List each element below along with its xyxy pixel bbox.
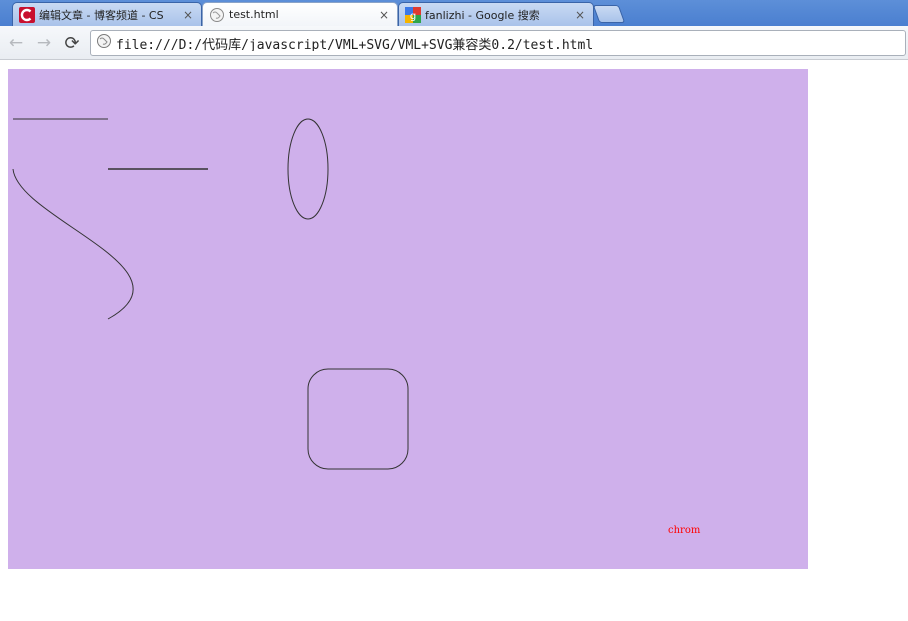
page-content: chrom bbox=[0, 60, 908, 621]
page-info-globe-icon[interactable] bbox=[96, 33, 112, 53]
url-input[interactable] bbox=[116, 35, 896, 51]
tab-label: 编辑文章 - 博客频道 - CS bbox=[39, 8, 164, 22]
forward-button[interactable]: → bbox=[33, 32, 55, 54]
tab-test-html[interactable]: test.html × bbox=[202, 2, 398, 26]
tab-csdn[interactable]: 编辑文章 - 博客频道 - CS × bbox=[12, 2, 202, 26]
google-icon: g bbox=[405, 6, 421, 23]
tab-google-search[interactable]: g fanlizhi - Google 搜索 × bbox=[398, 2, 594, 26]
tab-label: test.html bbox=[229, 8, 279, 21]
tab-label: fanlizhi - Google 搜索 bbox=[425, 8, 540, 22]
canvas-background bbox=[8, 69, 808, 569]
drawing-canvas bbox=[8, 69, 808, 569]
globe-icon bbox=[209, 7, 225, 23]
address-bar[interactable] bbox=[90, 30, 906, 56]
reload-button[interactable]: ⟳ bbox=[61, 32, 83, 54]
new-tab-button[interactable] bbox=[592, 5, 626, 23]
close-tab-icon[interactable]: × bbox=[573, 8, 587, 22]
browser-toolbar: ← → ⟳ bbox=[0, 26, 908, 60]
csdn-icon bbox=[19, 6, 35, 23]
svg-text:g: g bbox=[410, 11, 416, 22]
tab-strip: 编辑文章 - 博客频道 - CS × test.html × g fanlizh… bbox=[0, 0, 908, 26]
back-button[interactable]: ← bbox=[5, 32, 27, 54]
close-tab-icon[interactable]: × bbox=[377, 8, 391, 22]
close-tab-icon[interactable]: × bbox=[181, 8, 195, 22]
